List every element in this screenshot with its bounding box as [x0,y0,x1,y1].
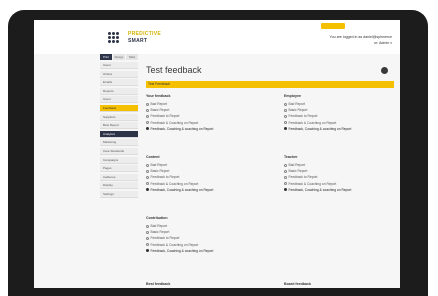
sidebar-item[interactable]: Display [100,182,138,190]
sidebar-item[interactable]: Pages [100,165,138,173]
main-content: Test feedback Test Feedback Your feedbac… [144,54,398,288]
radio-checked-icon [284,188,287,192]
sidebar-tab[interactable]: Print [100,54,112,60]
radio-icon [146,176,149,179]
sidebar-tab[interactable]: Table [126,54,138,60]
info-icon[interactable] [381,67,388,74]
sidebar-item[interactable]: Audience [100,173,138,181]
logo-text: PREDICTIVE [128,31,162,37]
header-action-button[interactable] [321,23,345,29]
radio-icon [284,182,287,186]
feedback-card: Board feedback [284,282,396,288]
sidebar: Print Design Table Users Orders Emails R… [100,54,138,288]
card-title: Employee [284,94,301,98]
card-title: Contribution [146,216,168,220]
sidebar-item[interactable]: Users [100,96,138,104]
sidebar-item[interactable]: Care Standards [100,147,138,155]
radio-icon [284,169,287,173]
app-screen: PREDICTIVE SMART You are logged in as da… [34,20,400,288]
sidebar-item[interactable]: Emails [100,79,138,87]
card-title: Your feedback [146,94,171,98]
radio-option-selected[interactable]: Feedback, Coaching & coaching on Report [146,248,258,254]
sidebar-tabs: Print Design Table [100,54,138,60]
radio-checked-icon [146,127,149,131]
card-title: Content [146,155,160,159]
radio-icon [284,176,287,179]
radio-option-selected[interactable]: Feedback, Coaching & coaching on Report [284,126,396,132]
radio-icon [284,121,287,125]
sidebar-item[interactable]: Best Report [100,122,138,130]
radio-option-selected[interactable]: Feedback, Coaching & coaching on Report [146,187,258,193]
radio-icon [146,224,149,228]
radio-checked-icon [146,188,149,192]
sidebar-item-active[interactable]: Feedback [100,104,138,112]
account-menu[interactable]: or: Admin v [330,40,392,46]
radio-icon [146,169,149,173]
radio-checked-icon [284,127,287,131]
card-title: Teacher [284,155,298,159]
radio-icon [146,108,149,112]
feedback-card: Employee Bad Report Basic Report Feedbac… [284,94,396,132]
sidebar-item[interactable]: Users [100,62,138,69]
sidebar-item[interactable]: Campaigns [100,156,138,164]
user-info: You are logged in as daniel@spinnerce or… [330,34,392,46]
radio-icon [146,237,149,240]
radio-icon [146,163,149,167]
sidebar-item[interactable]: Marketing [100,139,138,147]
laptop-frame: PREDICTIVE SMART You are logged in as da… [8,10,428,296]
radio-option-selected[interactable]: Feedback, Coaching & coaching on Report [284,187,396,193]
sidebar-item-highlighted[interactable]: Analytics [100,130,138,138]
sidebar-item[interactable]: Suppliers [100,113,138,121]
radio-icon [146,115,149,118]
logo-subtext: SMART [128,38,148,44]
logo-icon [108,32,124,44]
app-header: PREDICTIVE SMART You are logged in as da… [34,20,400,54]
page-title: Test feedback [146,65,202,75]
sidebar-item[interactable]: Settings [100,190,138,198]
feedback-card: Teacher Bad Report Basic Report Feedback… [284,155,396,193]
radio-icon [284,115,287,118]
radio-icon [284,102,287,106]
radio-icon [284,163,287,167]
card-title: Best feedback [146,282,171,286]
section-bar: Test Feedback [146,81,394,88]
feedback-card: Your feedback Bad Report Basic Report Fe… [146,94,258,132]
radio-icon [146,243,149,247]
radio-icon [146,102,149,106]
sidebar-item[interactable]: Orders [100,70,138,78]
card-title: Board feedback [284,282,311,286]
radio-icon [146,121,149,125]
radio-icon [146,230,149,234]
radio-icon [146,182,149,186]
sidebar-item[interactable]: Reports [100,87,138,95]
feedback-card: Contribution Bad Report Basic Report Fee… [146,216,258,254]
radio-icon [284,108,287,112]
feedback-card: Best feedback [146,282,258,288]
sidebar-tab[interactable]: Design [113,54,125,60]
radio-option-selected[interactable]: Feedback, Coaching & coaching on Report [146,126,258,132]
feedback-card: Content Bad Report Basic Report Feedback… [146,155,258,193]
radio-checked-icon [146,249,149,253]
